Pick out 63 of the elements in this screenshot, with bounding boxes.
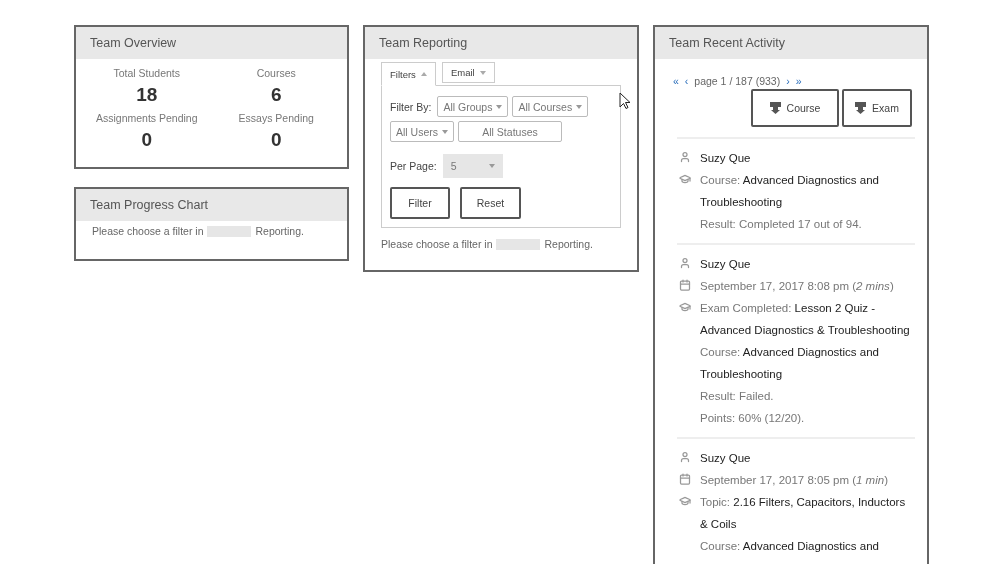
stat-value: 0 [270, 129, 282, 151]
stat-value: 18 [136, 84, 158, 106]
graduation-cap-icon [678, 495, 691, 507]
activity-date: September 17, 2017 8:05 pm (1 min) [700, 473, 888, 488]
download-icon [855, 102, 867, 114]
activity-text: Result: Completed 17 out of 94. [700, 217, 862, 232]
per-page-label: Per Page: [390, 160, 437, 172]
export-button[interactable]: Exam [842, 89, 912, 127]
filter-select[interactable]: All Groups [437, 96, 509, 117]
activity-text: Points: 60% (12/20). [700, 411, 805, 426]
graduation-cap-icon [678, 173, 691, 185]
caret-icon [496, 104, 503, 109]
filter-button[interactable]: Reset [460, 187, 521, 219]
filter-select[interactable]: All Users [390, 121, 454, 142]
last-page-link[interactable]: » [795, 75, 802, 87]
activity-text: Course: Advanced Diagnostics and Troubleshooting [700, 173, 880, 210]
next-page-link[interactable]: › [786, 75, 790, 87]
caret-icon [488, 164, 495, 168]
message-text: Please choose a filter in [381, 238, 493, 250]
stat-label: Assignments Pending [95, 112, 198, 124]
message-text: Reporting. [544, 238, 593, 250]
tab[interactable]: Email [441, 62, 495, 83]
filter-select[interactable]: All Courses [512, 96, 589, 117]
activity-text: Course: Advanced Diagnostics and [700, 539, 879, 554]
stat-label: Courses [256, 67, 296, 79]
download-icon [769, 102, 781, 114]
panel-title: Team Reporting [365, 27, 637, 59]
activity-text: Result: Failed. [700, 389, 774, 404]
calendar-icon [678, 279, 691, 291]
user-icon [678, 451, 691, 463]
message-text: Reporting. [255, 225, 304, 237]
activity-text: Course: Advanced Diagnostics and Troubleshooting [700, 345, 880, 382]
page-indicator: page 1 / 187 (933) [694, 75, 781, 87]
filter-label: Filter By: [390, 100, 432, 113]
stat-value: 6 [270, 84, 282, 106]
redaction-block [207, 225, 252, 237]
person-name: Suzy Que [700, 151, 751, 166]
first-page-link[interactable]: « [673, 75, 679, 87]
status-field[interactable]: All Statuses [458, 121, 562, 142]
stat-label: Total Students [113, 67, 180, 79]
panel-title: Team Overview [76, 27, 347, 59]
user-icon [678, 151, 691, 163]
activity-date: September 17, 2017 8:08 pm (2 mins) [700, 279, 894, 294]
person-name: Suzy Que [700, 451, 751, 466]
caret-icon [576, 104, 583, 109]
calendar-icon [678, 473, 691, 485]
redaction-block [496, 238, 541, 250]
cursor-icon [619, 92, 631, 110]
stat-value: 0 [141, 129, 153, 151]
panel-title: Team Progress Chart [76, 189, 347, 221]
previous-page-link[interactable]: ‹ [684, 75, 689, 87]
activity-text: Topic: 2.16 Filters, Capacitors, Inductors & Coils [700, 495, 907, 532]
caret-icon [442, 129, 448, 134]
person-name: Suzy Que [700, 257, 751, 272]
graduation-cap-icon [678, 301, 691, 313]
tab[interactable]: Filters [381, 62, 436, 86]
user-icon [678, 257, 691, 269]
message-text: Please choose a filter in [92, 225, 204, 237]
filter-button[interactable]: Filter [390, 187, 450, 219]
export-button[interactable]: Course [751, 89, 839, 127]
activity-text: Exam Completed: Lesson 2 Quiz - Advanced Diagnostics & Troubleshooting [700, 301, 911, 338]
panel-title: Team Recent Activity [655, 27, 927, 59]
stat-label: Essays Pending [238, 112, 314, 124]
